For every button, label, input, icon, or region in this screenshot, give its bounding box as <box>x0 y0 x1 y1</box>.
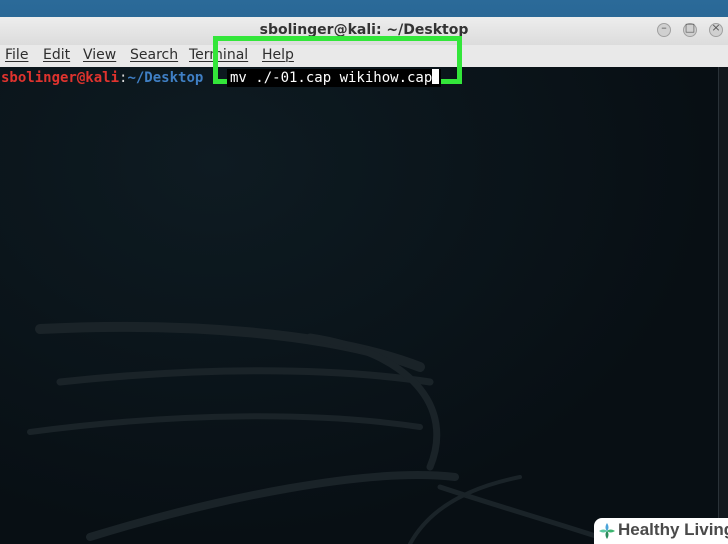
prompt-line: sbolinger@kali:~/Desktop <box>1 70 203 86</box>
menu-edit[interactable]: Edit <box>43 47 70 63</box>
menu-view[interactable]: View <box>83 47 116 63</box>
text-cursor <box>432 69 440 84</box>
plus-cross-icon <box>599 523 615 539</box>
prompt-user: sbolinger@kali <box>1 70 120 86</box>
minimize-icon: – <box>661 21 667 34</box>
kali-dragon-watermark <box>27 321 623 544</box>
terminal-window: sbolinger@kali: ~/Desktop – □ × File Edi… <box>0 17 728 544</box>
maximize-icon: □ <box>684 21 696 34</box>
badge-text: Healthy Living <box>618 520 728 539</box>
command-string: mv ./-01.cap wikihow.cap <box>230 70 433 86</box>
command-text: mv ./-01.cap wikihow.cap <box>227 69 442 87</box>
desktop-background: sbolinger@kali: ~/Desktop – □ × File Edi… <box>0 0 728 544</box>
close-icon: × <box>711 21 721 34</box>
menu-file[interactable]: File <box>5 47 28 63</box>
maximize-button[interactable]: □ <box>683 21 697 37</box>
minimize-button[interactable]: – <box>657 21 671 37</box>
terminal-area[interactable]: sbolinger@kali:~/Desktop <box>0 67 718 544</box>
healthy-living-badge: Healthy Living <box>594 518 728 544</box>
menu-search[interactable]: Search <box>130 47 178 63</box>
terminal-scrollbar[interactable] <box>718 67 728 544</box>
close-button[interactable]: × <box>709 21 723 37</box>
prompt-path: ~/Desktop <box>127 70 204 86</box>
